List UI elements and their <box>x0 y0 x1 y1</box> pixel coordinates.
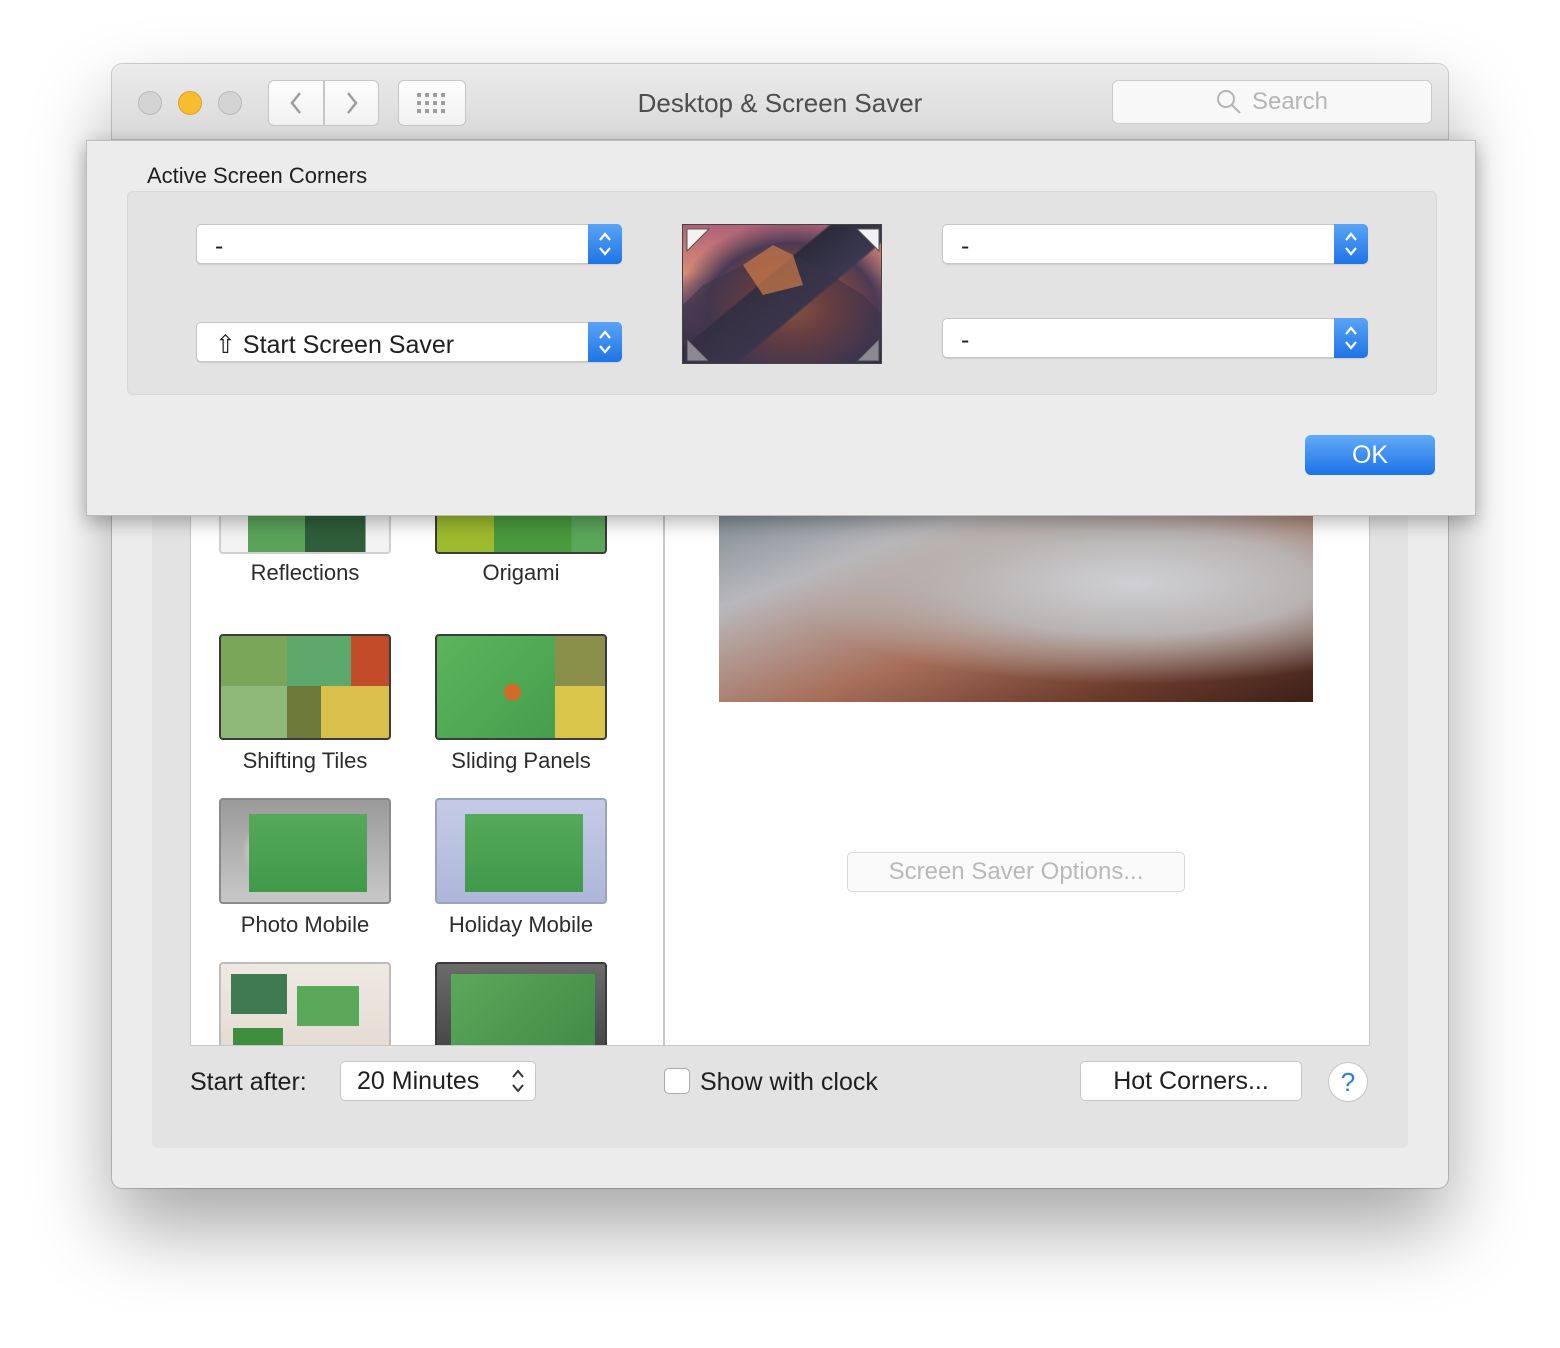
search-icon <box>1216 90 1241 114</box>
sliding-panels-thumbnail <box>435 634 607 740</box>
top-right-corner-popup[interactable]: - <box>942 224 1368 264</box>
saver-reflections[interactable]: Reflections <box>193 504 393 620</box>
saver-label: Shifting Tiles <box>242 748 368 773</box>
bottom-left-corner-popup[interactable]: ⇧ Start Screen Saver <box>196 322 622 362</box>
hot-corners-button[interactable]: Hot Corners... <box>1080 1061 1302 1101</box>
saver-label: Reflections <box>250 560 360 585</box>
updown-icon <box>588 224 622 264</box>
search-field[interactable]: Search <box>1112 80 1432 124</box>
show-clock-label: Show with clock <box>700 1068 878 1096</box>
saver-label: Origami <box>482 560 560 585</box>
top-right-corner-value: - <box>961 232 970 260</box>
corners-box: - ⇧ Start Screen Saver - - <box>127 191 1437 395</box>
saver-label: Sliding Panels <box>451 748 591 773</box>
holiday-mobile-thumbnail <box>435 798 607 904</box>
saver-label: Holiday Mobile <box>448 912 594 937</box>
ok-button[interactable]: OK <box>1305 435 1435 475</box>
top-left-corner-value: - <box>215 232 224 260</box>
bottom-left-corner-value: ⇧ Start Screen Saver <box>215 331 455 359</box>
shifting-tiles-thumbnail <box>219 634 391 740</box>
search-placeholder: Search <box>1251 88 1329 115</box>
screen-saver-options-button[interactable]: Screen Saver Options... <box>847 852 1185 892</box>
photo-mobile-thumbnail <box>219 798 391 904</box>
help-button[interactable]: ? <box>1328 1062 1368 1102</box>
saver-photo-mobile[interactable]: Photo Mobile <box>193 798 393 948</box>
top-left-corner-popup[interactable]: - <box>196 224 622 264</box>
desktop-thumbnail <box>682 224 882 364</box>
bottom-right-corner-value: - <box>961 326 970 354</box>
photo-wall-thumbnail <box>219 962 391 1045</box>
updown-icon <box>1334 224 1368 264</box>
saver-sliding-panels[interactable]: Sliding Panels <box>409 634 609 784</box>
start-after-select[interactable]: 20 Minutes <box>340 1061 536 1101</box>
titlebar: Desktop & Screen Saver Search <box>112 64 1448 140</box>
vintage-prints-thumbnail <box>435 962 607 1045</box>
updown-icon <box>588 322 622 362</box>
sheet-title: Active Screen Corners <box>147 163 368 188</box>
screen-saver-preview-image <box>719 504 1313 702</box>
start-after-value: 20 Minutes <box>357 1066 480 1095</box>
bottom-right-corner-popup[interactable]: - <box>942 318 1368 358</box>
updown-icon <box>1334 318 1368 358</box>
saver-photo-wall[interactable] <box>193 962 393 1045</box>
saver-holiday-mobile[interactable]: Holiday Mobile <box>409 798 609 948</box>
saver-origami[interactable]: Origami <box>409 504 609 620</box>
start-after-label: Start after: <box>190 1068 307 1096</box>
active-screen-corners-sheet: Active Screen Corners - ⇧ Start Screen S… <box>86 140 1476 516</box>
saver-label: Photo Mobile <box>240 912 370 937</box>
screen-saver-panel: Reflections Origami Shifting Tiles Slidi… <box>152 504 1408 1148</box>
saver-vintage-prints[interactable] <box>409 962 609 1045</box>
saver-shifting-tiles[interactable]: Shifting Tiles <box>193 634 393 784</box>
updown-icon <box>512 1069 524 1093</box>
show-clock-checkbox[interactable] <box>664 1068 690 1094</box>
preview-area: Screen Saver Options... <box>664 504 1370 1046</box>
screen-saver-list[interactable]: Reflections Origami Shifting Tiles Slidi… <box>190 504 664 1046</box>
corner-indicator-icon <box>683 228 881 363</box>
